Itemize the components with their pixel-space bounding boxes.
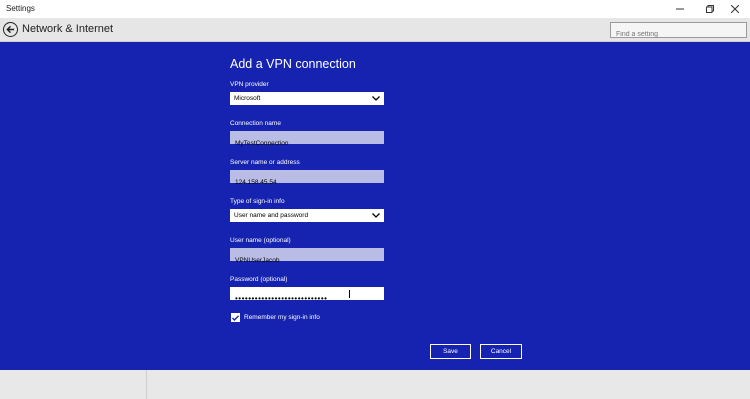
username-field[interactable] bbox=[230, 248, 384, 266]
vpn-provider-label: VPN provider bbox=[230, 81, 269, 88]
password-input[interactable] bbox=[231, 293, 383, 304]
back-button[interactable] bbox=[3, 22, 18, 37]
server-field[interactable] bbox=[230, 170, 384, 188]
signin-type-value: User name and password bbox=[234, 212, 309, 219]
checkbox-box[interactable] bbox=[231, 313, 240, 322]
close-button[interactable] bbox=[720, 0, 750, 18]
vpn-provider-select[interactable]: Microsoft bbox=[230, 92, 384, 105]
window-title: Settings bbox=[6, 4, 35, 13]
server-label: Server name or address bbox=[230, 159, 300, 166]
signin-type-select[interactable]: User name and password bbox=[230, 209, 384, 222]
search-input[interactable] bbox=[611, 27, 731, 42]
window-titlebar: Settings bbox=[0, 0, 750, 18]
chevron-down-icon bbox=[372, 96, 380, 101]
username-input[interactable] bbox=[231, 255, 383, 266]
cancel-button[interactable]: Cancel bbox=[480, 344, 522, 359]
chevron-down-icon bbox=[372, 213, 380, 218]
close-icon bbox=[731, 5, 739, 13]
remember-signin-label: Remember my sign-in info bbox=[244, 314, 320, 321]
maximize-icon bbox=[706, 5, 714, 13]
minimize-icon bbox=[676, 8, 684, 10]
back-arrow-icon bbox=[6, 25, 15, 34]
text-caret bbox=[349, 290, 350, 298]
username-label: User name (optional) bbox=[230, 237, 291, 244]
dialog-title: Add a VPN connection bbox=[230, 57, 356, 71]
save-button[interactable]: Save bbox=[430, 344, 471, 359]
search-box[interactable] bbox=[610, 22, 747, 42]
connection-name-input[interactable] bbox=[231, 138, 383, 149]
vpn-dialog: Add a VPN connection VPN provider Micros… bbox=[0, 42, 750, 370]
connection-name-label: Connection name bbox=[230, 120, 281, 127]
checkmark-icon bbox=[232, 314, 239, 321]
vpn-provider-value: Microsoft bbox=[234, 95, 261, 102]
password-label: Password (optional) bbox=[230, 276, 288, 283]
page-title: Network & Internet bbox=[22, 23, 114, 35]
remember-signin-checkbox[interactable]: Remember my sign-in info bbox=[231, 313, 320, 322]
minimize-button[interactable] bbox=[665, 0, 695, 18]
connection-name-field[interactable] bbox=[230, 131, 384, 149]
settings-header: Network & Internet bbox=[0, 18, 750, 42]
server-input[interactable] bbox=[231, 177, 383, 188]
signin-type-label: Type of sign-in info bbox=[230, 198, 285, 205]
password-field[interactable] bbox=[230, 287, 384, 304]
